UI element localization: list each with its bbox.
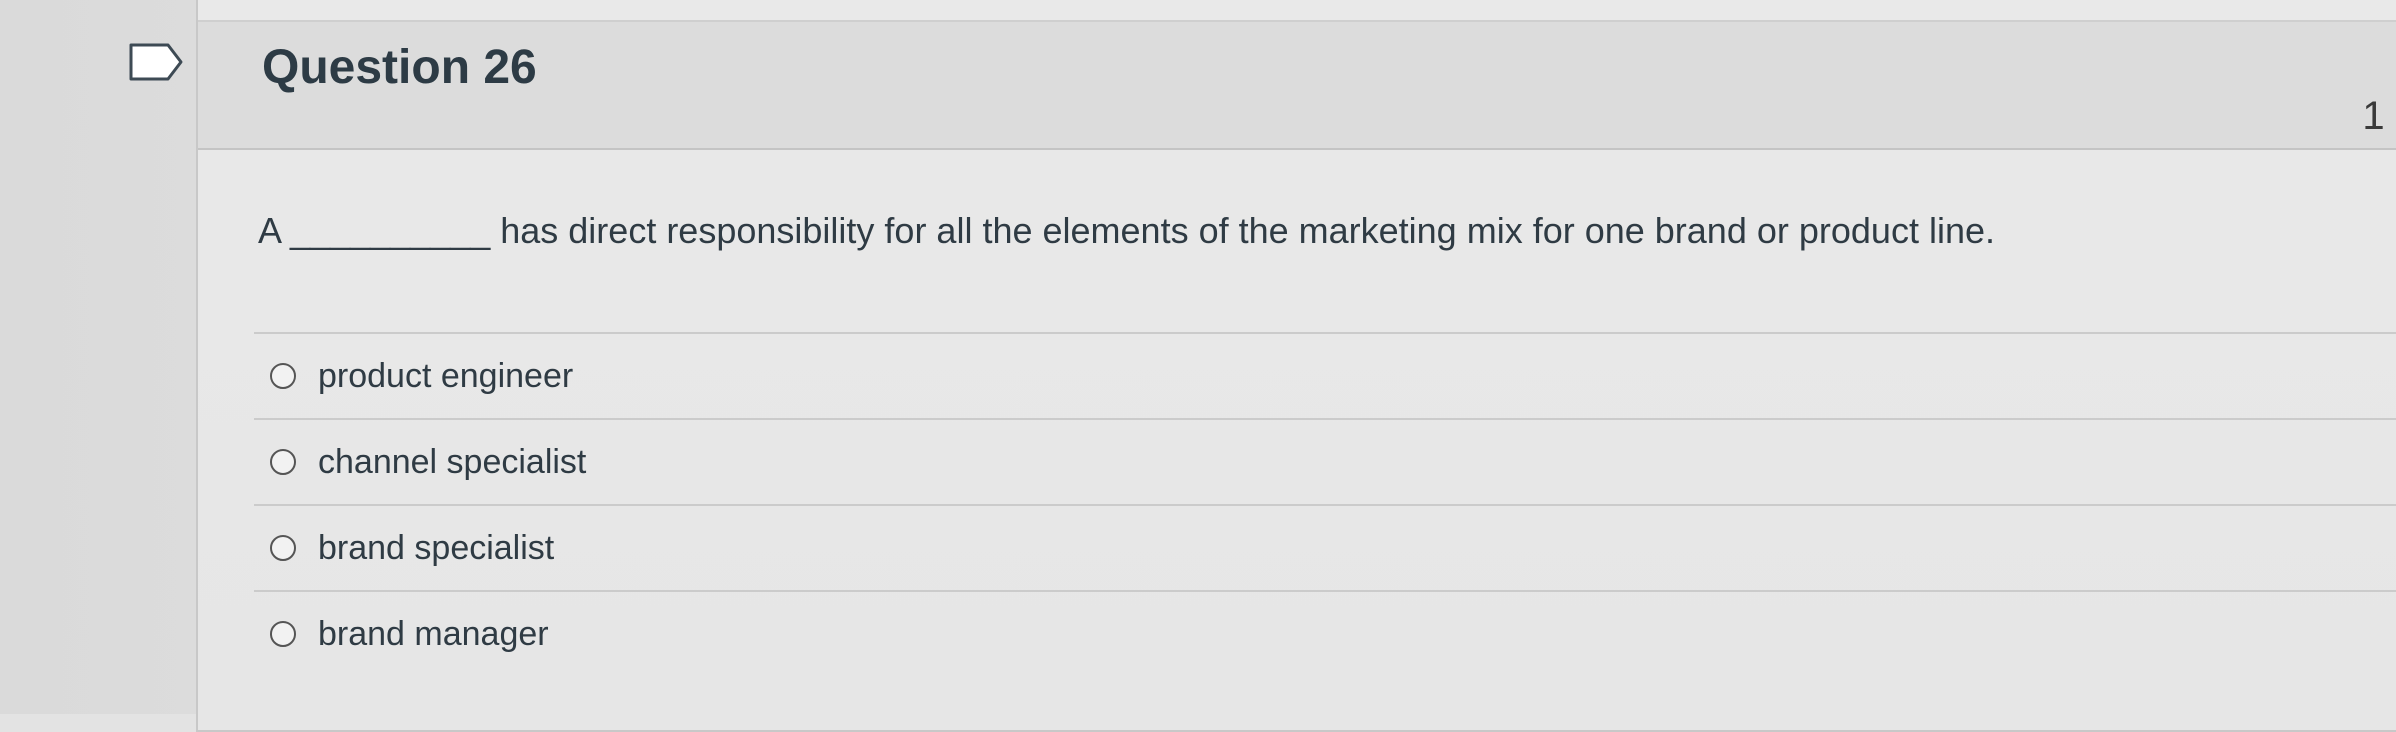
radio-button[interactable] — [270, 535, 296, 561]
answer-option[interactable]: channel specialist — [254, 418, 2396, 504]
answer-label: brand manager — [318, 614, 549, 653]
answer-label: product engineer — [318, 356, 574, 395]
radio-button[interactable] — [270, 449, 296, 475]
question-card: Question 26 1 p A __________ has direct … — [196, 0, 2396, 732]
answer-label: channel specialist — [318, 442, 587, 481]
answer-option[interactable]: product engineer — [254, 332, 2396, 418]
radio-button[interactable] — [270, 621, 296, 647]
answer-list: product engineer channel specialist bran… — [254, 332, 2396, 676]
question-header: Question 26 1 p — [198, 20, 2396, 150]
answer-option[interactable]: brand manager — [254, 590, 2396, 676]
flag-question-icon[interactable] — [128, 42, 184, 82]
question-text: A __________ has direct responsibility f… — [258, 210, 1995, 251]
radio-button[interactable] — [270, 363, 296, 389]
answer-label: brand specialist — [318, 528, 555, 567]
question-title: Question 26 — [262, 41, 537, 94]
answer-option[interactable]: brand specialist — [254, 504, 2396, 590]
quiz-page: Question 26 1 p A __________ has direct … — [0, 0, 2396, 732]
question-points: 1 p — [2362, 94, 2396, 138]
